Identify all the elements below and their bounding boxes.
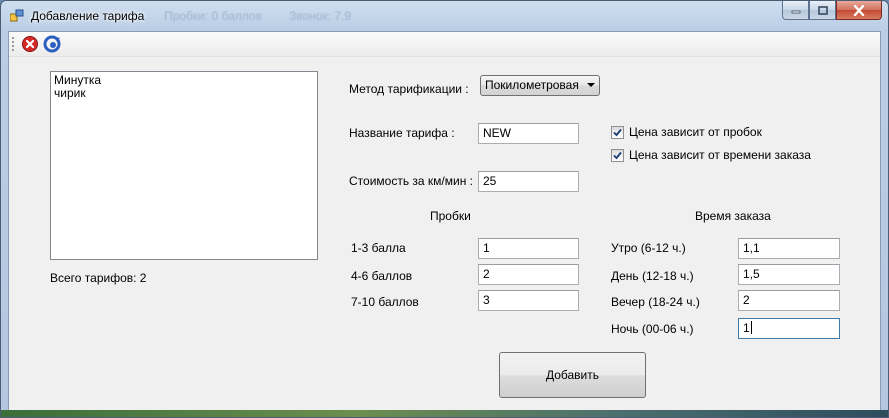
maximize-icon — [817, 5, 828, 15]
time-row-label: Ночь (00-06 ч.) — [611, 322, 694, 336]
window-title: Добавление тарифа — [31, 9, 145, 23]
desktop-background-strip — [1, 410, 888, 417]
time-row-label: Утро (6-12 ч.) — [611, 241, 686, 255]
time-row-value: 1 — [743, 321, 750, 335]
traffic-row-input[interactable]: 2 — [478, 264, 579, 285]
time-row-input[interactable]: 1 — [738, 318, 840, 339]
list-item[interactable]: Минутка — [54, 74, 314, 87]
traffic-header: Пробки — [430, 209, 471, 223]
maximize-button[interactable] — [809, 1, 836, 20]
chevron-down-icon — [587, 83, 595, 87]
close-circle-icon[interactable] — [21, 35, 39, 53]
app-window: Добавление тарифа Пробки: 0 баллов Звоно… — [0, 0, 889, 418]
close-icon — [853, 4, 865, 16]
caption-buttons — [782, 1, 882, 20]
method-value: Покилометровая — [485, 78, 579, 92]
method-dropdown[interactable]: Покилометровая — [480, 75, 600, 96]
refresh-icon[interactable] — [43, 35, 61, 53]
time-checkbox-label: Цена зависит от времени заказа — [629, 148, 811, 162]
toolbar-grip[interactable] — [12, 37, 14, 51]
time-checkbox[interactable]: Цена зависит от времени заказа — [611, 148, 811, 162]
text-caret — [750, 321, 752, 334]
add-button[interactable]: Добавить — [499, 352, 646, 398]
client-area: Минутка чирик Всего тарифов: 2 Метод тар… — [8, 31, 881, 412]
time-row-input[interactable]: 1,5 — [738, 264, 840, 285]
tariff-count: Всего тарифов: 2 — [50, 271, 147, 285]
app-icon — [10, 9, 24, 22]
minimize-button[interactable] — [782, 1, 809, 20]
time-row-label: День (12-18 ч.) — [611, 269, 694, 283]
minimize-icon — [791, 10, 800, 14]
traffic-row-input[interactable]: 3 — [478, 290, 579, 311]
cost-label: Стоимость за км/мин : — [349, 174, 474, 188]
traffic-row-label: 4-6 баллов — [351, 269, 413, 283]
time-row-label: Вечер (18-24 ч.) — [611, 295, 700, 309]
close-button[interactable] — [836, 1, 882, 20]
order-time-header: Время заказа — [695, 209, 771, 223]
name-label: Название тарифа : — [349, 126, 455, 140]
tariff-list[interactable]: Минутка чирик — [50, 71, 318, 260]
background-tab-ghost: Звонок: 7.9 — [289, 9, 352, 23]
traffic-checkbox[interactable]: Цена зависит от пробок — [611, 125, 762, 139]
time-row-input[interactable]: 1,1 — [738, 238, 840, 259]
cost-input[interactable]: 25 — [478, 171, 579, 192]
traffic-checkbox-label: Цена зависит от пробок — [629, 125, 762, 139]
traffic-row-label: 1-3 балла — [351, 241, 406, 255]
time-row-input[interactable]: 2 — [738, 290, 840, 311]
traffic-row-input[interactable]: 1 — [478, 238, 579, 259]
checkmark-icon — [613, 151, 622, 159]
list-item[interactable]: чирик — [54, 87, 314, 100]
method-label: Метод тарификации : — [349, 82, 469, 96]
toolbar — [9, 32, 880, 57]
traffic-row-label: 7-10 баллов — [351, 295, 419, 309]
checkmark-icon — [613, 128, 622, 136]
background-tab-ghost: Пробки: 0 баллов — [164, 9, 262, 23]
name-input[interactable]: NEW — [478, 123, 579, 144]
title-bar[interactable]: Добавление тарифа Пробки: 0 баллов Звоно… — [1, 1, 888, 31]
